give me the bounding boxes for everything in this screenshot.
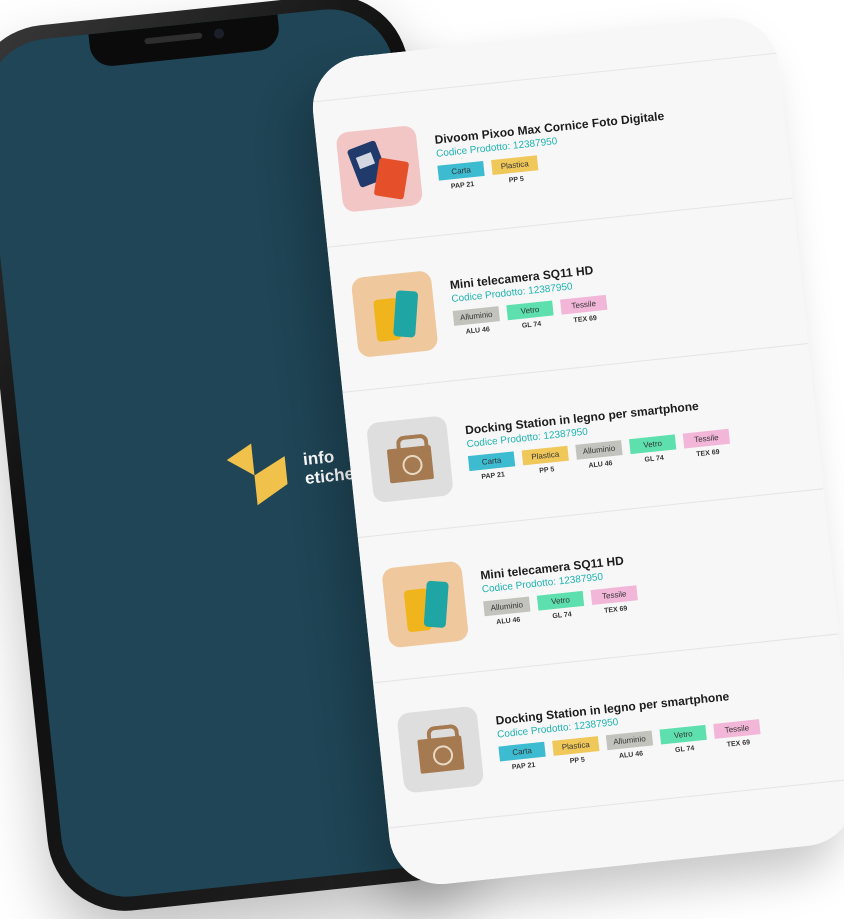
material-chip: Vetro <box>629 434 677 455</box>
material-tag: Plastica PP 5 <box>491 155 539 186</box>
material-chip: Tessile <box>682 428 731 449</box>
material-code: GL 74 <box>644 454 665 464</box>
material-tag: Vetro GL 74 <box>659 724 708 756</box>
product-thumbnail <box>365 414 454 503</box>
material-code: PAP 21 <box>450 181 475 191</box>
product-thumbnail <box>381 559 470 648</box>
material-code: ALU 46 <box>588 460 613 470</box>
product-info: Mini telecamera SQ11 HD Codice Prodotto: … <box>480 552 639 627</box>
material-code: PAP 21 <box>511 761 536 772</box>
info-etichetta-logo-icon <box>226 443 288 506</box>
material-code: PAP 21 <box>481 471 506 481</box>
material-tag: Alluminio ALU 46 <box>483 596 531 628</box>
material-chip: Alluminio <box>452 306 500 326</box>
product-thumbnail <box>335 124 424 213</box>
material-code: PP 5 <box>508 175 525 185</box>
material-code: TEX 69 <box>573 314 598 325</box>
material-code: ALU 46 <box>618 750 644 760</box>
front-camera <box>213 28 225 40</box>
material-tag: Carta PAP 21 <box>437 160 485 192</box>
phone-notch <box>88 14 281 69</box>
product-info: Mini telecamera SQ11 HD Codice Prodotto: … <box>449 262 608 337</box>
product-info: Docking Station in legno per smartphone C… <box>464 396 731 482</box>
material-tag: Alluminio ALU 46 <box>605 730 654 761</box>
package-art <box>393 289 419 338</box>
material-tag: Tessile TEX 69 <box>590 585 639 616</box>
material-chip: Tessile <box>560 294 608 315</box>
material-chip: Vetro <box>659 724 707 745</box>
speaker-grille <box>144 32 203 45</box>
material-code: PP 5 <box>569 756 586 766</box>
material-tag: Carta PAP 21 <box>498 741 546 773</box>
material-tag: Alluminio ALU 46 <box>452 306 501 337</box>
material-chip: Carta <box>498 741 546 762</box>
package-art <box>373 157 410 200</box>
material-chip: Vetro <box>536 590 585 611</box>
material-tag: Tessile TEX 69 <box>713 719 761 750</box>
material-tag: Alluminio ALU 46 <box>575 440 623 471</box>
material-chip: Plastica <box>491 155 539 176</box>
material-tag: Vetro GL 74 <box>536 590 585 622</box>
material-chip: Alluminio <box>605 730 654 751</box>
material-chip: Carta <box>467 451 516 472</box>
package-art <box>423 580 449 628</box>
product-info: Docking Station in legno per smartphone C… <box>495 686 762 772</box>
material-chip: Alluminio <box>483 596 531 617</box>
material-tag: Tessile TEX 69 <box>682 428 731 460</box>
material-chip: Tessile <box>713 719 761 739</box>
material-tag: Vetro GL 74 <box>629 434 677 465</box>
material-chip: Tessile <box>590 585 638 605</box>
material-chip: Plastica <box>552 736 600 756</box>
material-tag: Plastica PP 5 <box>552 736 600 767</box>
material-code: TEX 69 <box>726 739 751 749</box>
material-tag: Vetro GL 74 <box>506 300 554 332</box>
material-tag: Plastica PP 5 <box>521 445 570 477</box>
product-thumbnail <box>350 269 439 358</box>
material-tag: Tessile TEX 69 <box>560 294 608 326</box>
material-code: GL 74 <box>521 320 542 330</box>
material-code: GL 74 <box>674 745 695 755</box>
material-chip: Plastica <box>521 445 569 466</box>
product-list-screen: Divoom Pixoo Max Cornice Foto Digitale Co… <box>307 12 844 890</box>
material-code: PP 5 <box>538 466 555 475</box>
material-code: ALU 46 <box>496 616 521 627</box>
product-list-phone: Divoom Pixoo Max Cornice Foto Digitale Co… <box>307 12 844 890</box>
product-list: Divoom Pixoo Max Cornice Foto Digitale Co… <box>312 53 844 829</box>
material-code: GL 74 <box>552 611 573 621</box>
product-info: Divoom Pixoo Max Cornice Foto Digitale Co… <box>434 109 670 192</box>
material-code: ALU 46 <box>465 326 491 336</box>
material-code: TEX 69 <box>695 448 720 459</box>
material-chip: Carta <box>437 160 485 181</box>
material-code: TEX 69 <box>603 605 628 615</box>
material-tag: Carta PAP 21 <box>467 451 516 482</box>
material-chip: Alluminio <box>575 440 623 460</box>
product-thumbnail <box>396 705 485 794</box>
material-chip: Vetro <box>506 300 554 321</box>
